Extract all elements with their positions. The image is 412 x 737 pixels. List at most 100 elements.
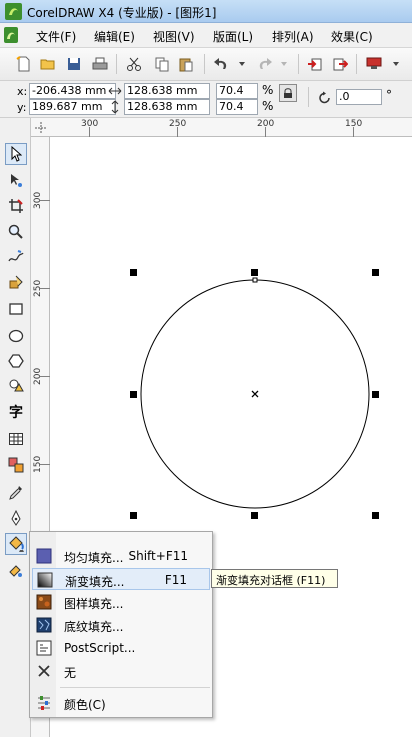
x-position-field[interactable]: -206.438 mm [29, 83, 116, 99]
selection-handle[interactable] [251, 269, 258, 276]
texture-fill-item[interactable]: 底纹填充... [32, 614, 210, 636]
no-fill-item[interactable]: 无 [32, 660, 210, 682]
application-launcher-icon[interactable] [364, 54, 384, 74]
circle-node-marker [252, 277, 258, 283]
interactive-fill-tool-icon[interactable] [5, 559, 27, 581]
eyedropper-tool-icon[interactable] [5, 481, 27, 503]
selection-handle[interactable] [130, 391, 137, 398]
height-field[interactable]: 128.638 mm [124, 99, 210, 115]
property-bar: x: -206.438 mm y: 189.687 mm 128.638 mm … [0, 81, 412, 118]
undo-dropdown-icon[interactable] [232, 54, 252, 74]
ruler-top-label: 150 [345, 119, 363, 129]
lock-icon [284, 88, 292, 98]
toolbar-separator [204, 54, 205, 74]
scale-y-percent: % [262, 99, 274, 113]
menu-layout[interactable]: 版面(L) [213, 28, 253, 45]
height-icon [111, 100, 119, 114]
launcher-dropdown-icon[interactable] [386, 54, 406, 74]
title-bar: CorelDRAW X4 (专业版) - [图形1] [0, 0, 412, 23]
x-label: x: [17, 85, 28, 98]
selection-handle[interactable] [130, 512, 137, 519]
zoom-tool-icon[interactable] [5, 221, 27, 243]
selection-handle[interactable] [372, 269, 379, 276]
center-x-marker [251, 390, 259, 398]
interactive-blend-tool-icon[interactable] [5, 454, 27, 476]
menu-bar: 文件(F) 编辑(E) 视图(V) 版面(L) 排列(A) 效果(C) [0, 23, 412, 48]
print-icon[interactable] [90, 54, 110, 74]
width-field[interactable]: 128.638 mm [124, 83, 210, 99]
paste-icon[interactable] [176, 54, 196, 74]
redo-dropdown-icon[interactable] [274, 54, 294, 74]
menu-arrange[interactable]: 排列(A) [272, 28, 314, 45]
fill-tool-icon[interactable] [5, 533, 27, 555]
smart-fill-tool-icon[interactable] [5, 271, 27, 293]
uniform-fill-item[interactable]: 均匀填充... Shift+F11 [32, 545, 210, 567]
color-docker-item[interactable]: 颜色(C) [32, 692, 210, 714]
text-tool-icon[interactable]: 字 [5, 401, 27, 423]
no-fill-label: 无 [64, 666, 77, 680]
postscript-fill-label: PostScript... [64, 641, 136, 655]
menu-file[interactable]: 文件(F) [36, 28, 76, 45]
shape-tool-icon[interactable] [5, 169, 27, 191]
horizontal-ruler[interactable]: 300 250 200 150 [31, 118, 412, 137]
ruler-left-label: 150 [33, 455, 43, 473]
fountain-fill-icon [37, 572, 53, 588]
propbar-separator [308, 87, 309, 107]
rotation-field[interactable]: .0 [336, 89, 382, 105]
save-icon[interactable] [64, 54, 84, 74]
ruler-origin-icon[interactable] [35, 122, 47, 134]
menu-view[interactable]: 视图(V) [153, 28, 195, 45]
lock-ratio-button[interactable] [279, 84, 297, 102]
pattern-fill-item[interactable]: 图样填充... [32, 591, 210, 613]
ruler-top-label: 300 [81, 119, 99, 129]
flyout-separator [60, 687, 210, 688]
fountain-fill-label: 渐变填充... [65, 575, 125, 589]
pattern-fill-label: 图样填充... [64, 597, 124, 611]
redo-icon[interactable] [254, 54, 274, 74]
copy-icon[interactable] [152, 54, 172, 74]
selection-handle[interactable] [372, 512, 379, 519]
scale-x-field[interactable]: 70.4 [216, 83, 258, 99]
menu-edit[interactable]: 编辑(E) [94, 28, 135, 45]
toolbar-separator [116, 54, 117, 74]
undo-icon[interactable] [212, 54, 232, 74]
open-icon[interactable] [38, 54, 58, 74]
import-icon[interactable] [305, 54, 325, 74]
ellipse-tool-icon[interactable] [5, 325, 27, 347]
ruler-left-label: 250 [33, 279, 43, 297]
coreldraw-app-icon [5, 3, 22, 20]
crop-tool-icon[interactable] [5, 195, 27, 217]
selection-handle[interactable] [372, 391, 379, 398]
selection-handle[interactable] [130, 269, 137, 276]
ruler-top-label: 250 [169, 119, 187, 129]
freehand-tool-icon[interactable] [5, 246, 27, 268]
outline-pen-tool-icon[interactable] [5, 507, 27, 529]
fountain-fill-item[interactable]: 渐变填充... F11 [32, 568, 210, 590]
menu-effects[interactable]: 效果(C) [331, 28, 373, 45]
basic-shapes-tool-icon[interactable] [5, 375, 27, 397]
postscript-fill-icon [36, 640, 52, 656]
toolbox: 字 [0, 118, 31, 737]
ruler-left-label: 200 [33, 367, 43, 385]
table-tool-icon[interactable] [5, 428, 27, 450]
new-icon[interactable] [14, 54, 34, 74]
standard-toolbar [0, 48, 412, 81]
export-icon[interactable] [330, 54, 350, 74]
rectangle-tool-icon[interactable] [5, 298, 27, 320]
postscript-fill-item[interactable]: PostScript... [32, 637, 210, 659]
toolbar-separator [356, 54, 357, 74]
scale-y-field[interactable]: 70.4 [216, 99, 258, 115]
selection-handle[interactable] [251, 512, 258, 519]
y-label: y: [17, 101, 27, 114]
ruler-top-label: 200 [257, 119, 275, 129]
color-docker-icon [38, 696, 50, 710]
texture-fill-label: 底纹填充... [64, 620, 124, 634]
pick-tool-icon[interactable] [5, 143, 27, 165]
menu-icon[interactable] [4, 27, 18, 43]
polygon-tool-icon[interactable] [5, 350, 27, 372]
scale-x-percent: % [262, 83, 274, 97]
fountain-fill-shortcut: F11 [164, 573, 187, 587]
y-position-field[interactable]: 189.687 mm [29, 99, 116, 115]
cut-icon[interactable] [124, 54, 144, 74]
uniform-fill-label: 均匀填充... [64, 551, 124, 565]
